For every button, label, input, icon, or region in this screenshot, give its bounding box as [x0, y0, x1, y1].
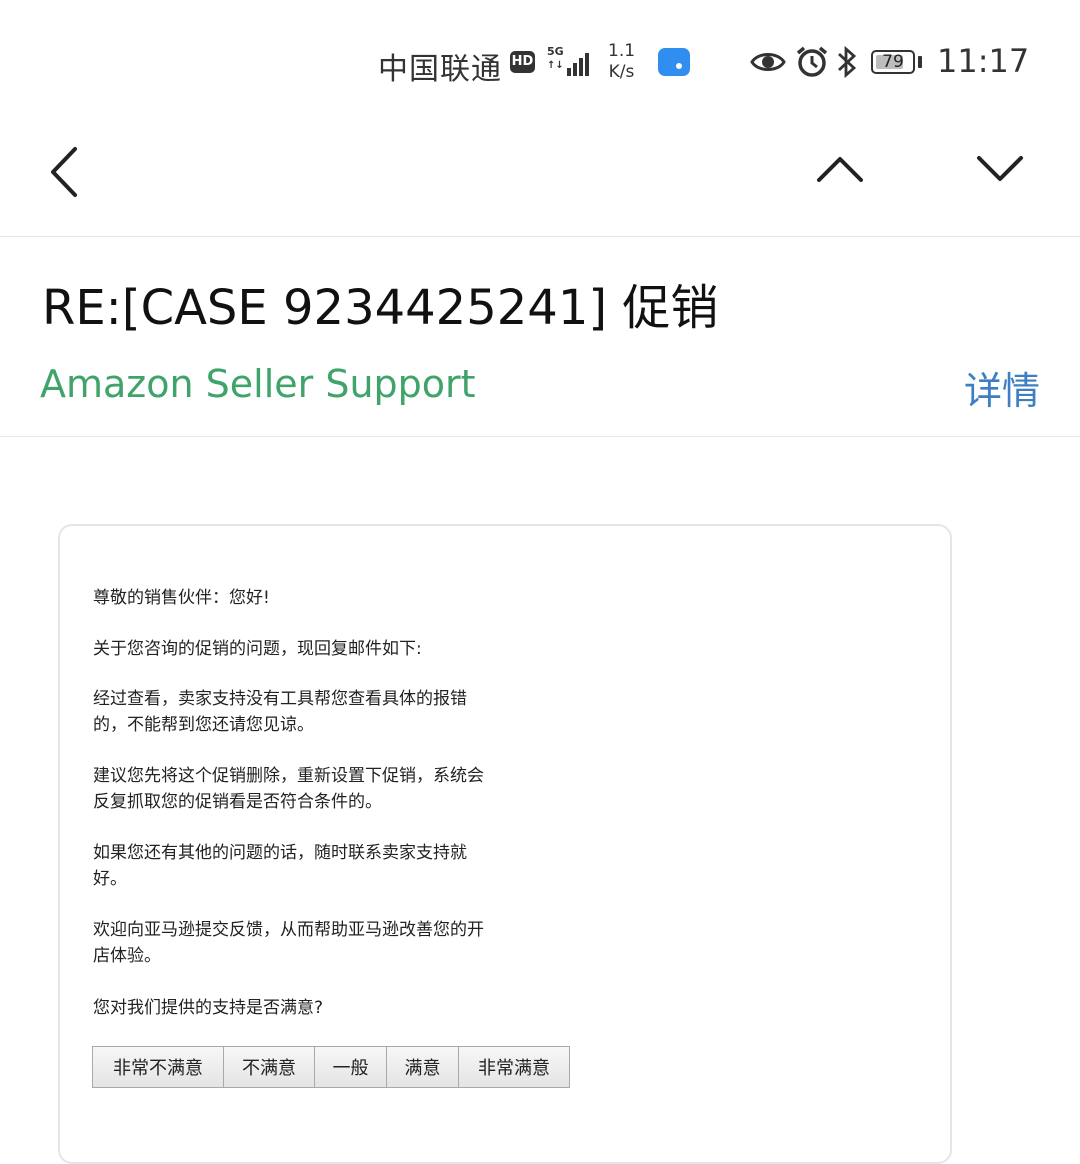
- satisfaction-rating: 非常不满意 不满意 一般 满意 非常满意: [92, 1046, 570, 1088]
- sender-name[interactable]: Amazon Seller Support: [40, 362, 476, 406]
- email-paragraph: 如果您还有其他的问题的话，随时联系卖家支持就好。: [93, 843, 467, 889]
- email-paragraph: 欢迎向亚马逊提交反馈，从而帮助亚马逊改善您的开店体验。: [93, 920, 484, 966]
- nav-bar: [0, 120, 1080, 237]
- email-paragraph: 经过查看，卖家支持没有工具帮您查看具体的报错的，不能帮到您还请您见谅。: [93, 689, 467, 735]
- next-email-button[interactable]: [960, 120, 1040, 220]
- signal-icon: [565, 48, 593, 76]
- rating-unsatisfied-button[interactable]: 不满意: [223, 1046, 315, 1088]
- battery-percent: 79: [882, 52, 904, 72]
- rating-neutral-button[interactable]: 一般: [314, 1046, 387, 1088]
- header-divider: [0, 436, 1080, 437]
- network-activity-icon: ↑↓: [547, 60, 564, 71]
- status-bar: 中国联通 HD 5G ↑↓ 1.1 K/s 79 11:17: [0, 0, 1080, 120]
- clock: 11:17: [937, 42, 1030, 80]
- details-link[interactable]: 详情: [964, 360, 1040, 415]
- battery-tip: [918, 56, 922, 68]
- email-paragraph: 尊敬的销售伙伴：您好!: [93, 588, 270, 608]
- network-speed-value: 1.1: [608, 41, 636, 61]
- email-paragraph: 建议您先将这个促销删除，重新设置下促销，系统会反复抓取您的促销看是否符合条件的。: [93, 766, 484, 812]
- network-type-label: 5G: [547, 45, 564, 58]
- chevron-up-icon: [817, 157, 863, 182]
- chevron-left-icon: [51, 147, 77, 197]
- previous-email-button[interactable]: [800, 120, 880, 220]
- email-paragraph: 关于您咨询的促销的问题，现回复邮件如下:: [93, 639, 422, 659]
- email-subject: RE:[CASE 9234425241] 促销: [42, 280, 719, 336]
- rating-very-unsatisfied-button[interactable]: 非常不满意: [92, 1046, 224, 1088]
- network-speed-unit: K/s: [608, 62, 635, 82]
- bluetooth-icon: [838, 45, 857, 79]
- email-paragraph: 您对我们提供的支持是否满意?: [93, 998, 324, 1018]
- back-button[interactable]: [30, 120, 110, 220]
- hd-badge: HD: [510, 51, 535, 73]
- network-speed: 1.1 K/s: [608, 41, 635, 83]
- battery-icon: 79: [871, 50, 915, 74]
- rating-very-satisfied-button[interactable]: 非常满意: [458, 1046, 570, 1088]
- eye-icon: [750, 53, 786, 71]
- alarm-icon: [796, 46, 828, 77]
- chevron-down-icon: [977, 156, 1023, 181]
- rating-satisfied-button[interactable]: 满意: [386, 1046, 459, 1088]
- carrier-label: 中国联通: [378, 52, 502, 87]
- message-notification-icon: [658, 48, 690, 76]
